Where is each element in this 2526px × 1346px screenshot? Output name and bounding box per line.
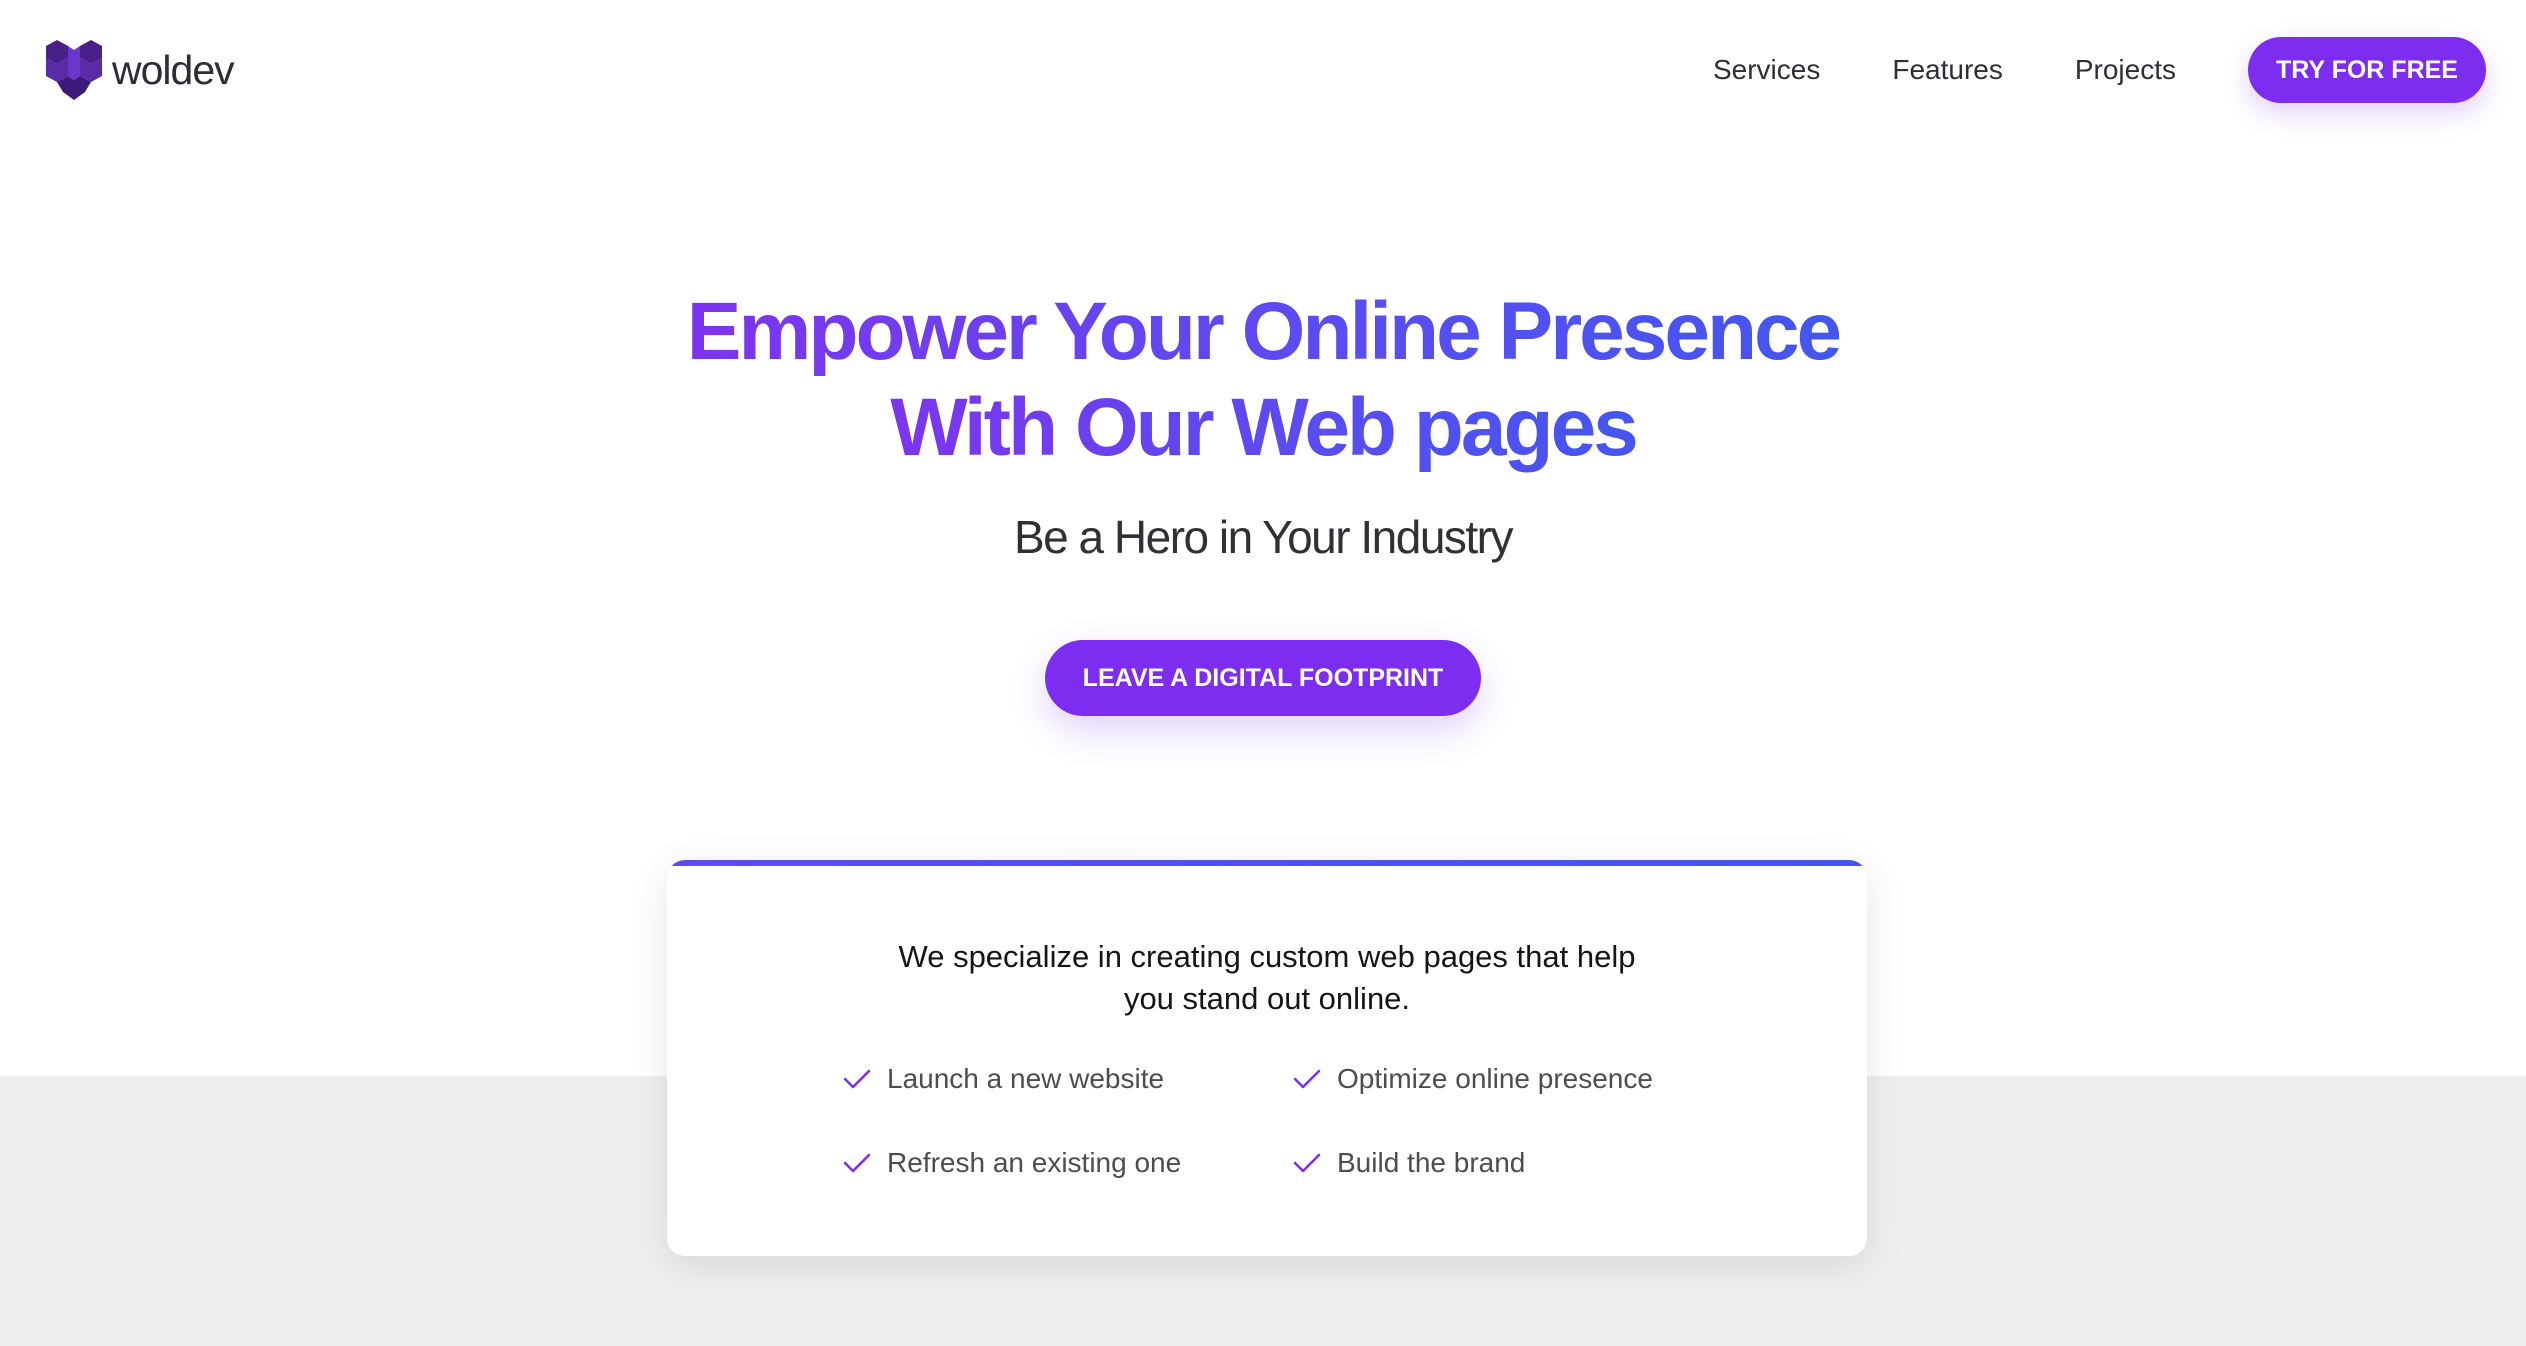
check-icon [1293, 1153, 1321, 1173]
hero-title-line1: Empower Your Online Presence [686, 286, 1842, 377]
feature-item: Build the brand [1293, 1144, 1743, 1182]
feature-label: Refresh an existing one [887, 1147, 1182, 1178]
nav-link-projects[interactable]: Projects [2075, 54, 2176, 86]
card-intro: We specialize in creating custom web pag… [667, 936, 1867, 1020]
card-intro-line1: We specialize in creating custom web pag… [898, 939, 1636, 974]
check-icon [1293, 1069, 1321, 1089]
hero-title-line2: With Our Web pages [890, 382, 1639, 473]
brand-name: woldev [112, 46, 235, 93]
main-nav: Services Features Projects TRY FOR FREE [1713, 36, 2486, 104]
feature-item: Launch a new website [843, 1060, 1293, 1098]
w-diamond-logo-icon [46, 40, 102, 100]
feature-list: Launch a new website Optimize online pre… [843, 1060, 1743, 1182]
feature-item: Refresh an existing one [843, 1144, 1293, 1182]
hero-title: Empower Your Online Presence With Our We… [0, 284, 2526, 476]
services-card: We specialize in creating custom web pag… [667, 860, 1867, 1256]
check-icon [843, 1069, 871, 1089]
logo[interactable]: woldev [46, 40, 235, 100]
site-header: woldev Services Features Projects TRY FO… [0, 0, 2526, 140]
hero-cta-wrapper: LEAVE A DIGITAL FOOTPRINT [0, 640, 2526, 716]
card-accent-bar [667, 860, 1867, 866]
hero-subtitle: Be a Hero in Your Industry [1014, 511, 1514, 563]
leave-digital-footprint-button[interactable]: LEAVE A DIGITAL FOOTPRINT [1045, 640, 1481, 716]
feature-label: Build the brand [1337, 1147, 1526, 1178]
feature-item: Optimize online presence [1293, 1060, 1743, 1098]
check-icon [843, 1153, 871, 1173]
nav-link-services[interactable]: Services [1713, 54, 1820, 86]
feature-label: Launch a new website [887, 1063, 1165, 1094]
feature-label: Optimize online presence [1337, 1063, 1653, 1094]
nav-link-features[interactable]: Features [1892, 54, 2003, 86]
card-intro-line2: you stand out online. [1123, 981, 1411, 1016]
try-for-free-button[interactable]: TRY FOR FREE [2248, 37, 2486, 103]
